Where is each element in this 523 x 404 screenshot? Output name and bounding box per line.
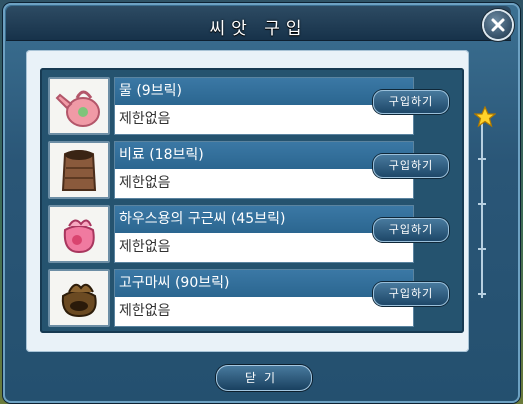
item-name: 고구마씨 (90브릭) [115,270,413,297]
scroll-tick [478,158,486,160]
item-info: 하우스용의 구근씨 (45브릭) 제한없음 [114,205,414,263]
item-name: 물 (9브릭) [115,78,413,105]
list-item: 하우스용의 구근씨 (45브릭) 제한없음 구입하기 [48,203,458,265]
item-thumbnail [48,77,110,135]
scrollbar[interactable] [478,118,486,298]
list-item: 비료 (18브릭) 제한없음 구입하기 [48,139,458,201]
list-item: 고구마씨 (90브릭) 제한없음 구입하기 [48,267,458,329]
close-button[interactable]: 닫기 [216,365,312,391]
bulb-seed-bag-icon [63,219,95,254]
star-icon [473,105,497,128]
item-limit: 제한없음 [119,239,171,255]
item-name: 하우스용의 구근씨 (45브릭) [115,206,413,233]
fertilizer-bag-icon [61,150,97,191]
item-info: 고구마씨 (90브릭) 제한없음 [114,269,414,327]
buy-button[interactable]: 구입하기 [373,282,449,306]
scroll-track [481,118,483,298]
item-thumbnail [48,205,110,263]
item-info: 비료 (18브릭) 제한없음 [114,141,414,199]
item-name: 비료 (18브릭) [115,142,413,169]
close-icon [491,18,505,32]
scroll-thumb-star-icon[interactable] [473,105,497,132]
scroll-tick [478,293,486,295]
item-limit: 제한없음 [119,175,171,191]
item-info: 물 (9브릭) 제한없음 [114,77,414,135]
watering-can-icon [55,90,100,127]
buy-button[interactable]: 구입하기 [373,218,449,242]
scroll-tick [478,248,486,250]
item-thumbnail [48,269,110,327]
buy-button[interactable]: 구입하기 [373,90,449,114]
close-icon-button[interactable] [484,11,512,39]
list-item: 물 (9브릭) 제한없음 구입하기 [48,75,458,137]
item-limit: 제한없음 [119,303,171,319]
title-bar: 씨앗 구입 [6,6,511,41]
sweet-potato-seed-bag-icon [61,283,97,318]
item-limit: 제한없음 [119,111,171,127]
scroll-tick [478,203,486,205]
buy-button[interactable]: 구입하기 [373,154,449,178]
item-thumbnail [48,141,110,199]
window-title: 씨앗 구입 [209,19,308,39]
